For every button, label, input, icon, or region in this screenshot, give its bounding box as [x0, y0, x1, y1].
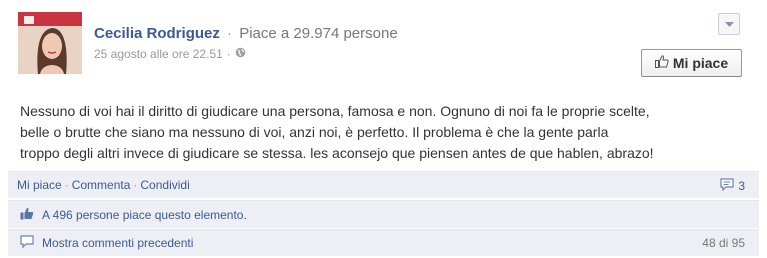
action-separator: ·: [133, 178, 138, 192]
action-separator: ·: [64, 178, 69, 192]
show-previous-comments-link[interactable]: Mostra commenti precedenti: [42, 236, 193, 250]
comments-pager: 48 di 95: [702, 236, 745, 250]
avatar[interactable]: [18, 12, 82, 74]
separator: ·: [227, 25, 233, 42]
comment-icon: [20, 235, 34, 251]
comment-link[interactable]: Commenta: [72, 178, 131, 192]
comment-count: 3: [738, 179, 745, 193]
name-line: Cecilia Rodriguez · Piace a 29.974 perso…: [94, 24, 614, 44]
post-timestamp[interactable]: 25 agosto alle ore 22.51: [94, 46, 223, 62]
post-message: Nessuno di voi hai il diritto di giudica…: [20, 103, 654, 161]
show-previous-comments-row: Mostra commenti precedenti 48 di 95: [8, 229, 759, 256]
timestamp-separator: ·: [226, 47, 231, 61]
like-link[interactable]: Mi piace: [17, 178, 62, 192]
thumbs-up-icon: [654, 55, 669, 71]
thumbs-up-icon: [20, 207, 34, 223]
facebook-post: Cecilia Rodriguez · Piace a 29.974 perso…: [0, 0, 767, 258]
comment-icon: [720, 178, 734, 194]
post-options-button[interactable]: [718, 13, 740, 35]
chevron-down-icon: [724, 15, 734, 33]
like-page-label: Mi piace: [672, 55, 729, 71]
post-actions-bar: Mi piace · Commenta · Condividi 3: [8, 171, 759, 198]
comment-count-link[interactable]: 3: [720, 178, 745, 194]
page-likes-count: Piace a 29.974 persone: [239, 25, 398, 42]
share-link[interactable]: Condividi: [140, 178, 189, 192]
profile-photo-image: [18, 12, 82, 74]
post-header: Cecilia Rodriguez · Piace a 29.974 perso…: [94, 24, 614, 62]
globe-icon: [235, 46, 246, 62]
likes-summary-text[interactable]: A 496 persone piace questo elemento.: [42, 208, 247, 222]
author-name[interactable]: Cecilia Rodriguez: [94, 25, 220, 42]
post-meta: 25 agosto alle ore 22.51 ·: [94, 46, 614, 62]
like-page-button[interactable]: Mi piace: [641, 49, 742, 77]
likes-summary-row: A 496 persone piace questo elemento.: [8, 200, 759, 228]
